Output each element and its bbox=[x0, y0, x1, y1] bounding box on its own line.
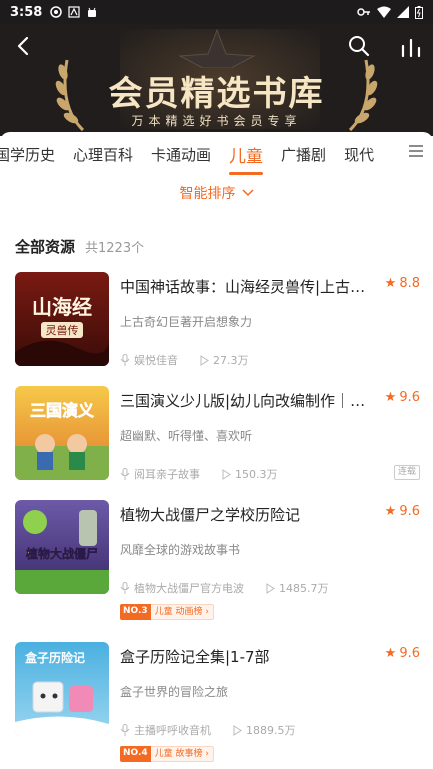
microphone-icon bbox=[120, 582, 130, 594]
cover-art: 盒子历险记 bbox=[15, 650, 109, 736]
play-icon bbox=[222, 468, 231, 480]
cover-title-text: 植物大战僵尸 bbox=[25, 546, 98, 561]
star-icon: ★ bbox=[384, 276, 397, 291]
cover-image: 植物大战僵尸 bbox=[15, 500, 109, 594]
cover-art: 三国演义 bbox=[15, 401, 109, 480]
item-title: 植物大战僵尸之学校历险记 bbox=[120, 506, 301, 524]
app-notification-icon bbox=[50, 6, 63, 18]
back-icon[interactable] bbox=[12, 34, 36, 58]
play-count: 1485.7万 bbox=[279, 582, 329, 595]
rating: ★ 9.6 bbox=[385, 504, 420, 519]
rating-value: 8.8 bbox=[399, 276, 420, 291]
cover-title-text: 盒子历险记 bbox=[24, 650, 85, 665]
cover-title-text: 山海经 bbox=[32, 295, 92, 319]
section-header: 全部资源 共1223个 bbox=[15, 236, 144, 257]
item-title: 中国神话故事：山海经灵兽传|上古未… bbox=[120, 278, 375, 296]
tab-xiandai[interactable]: 现代 bbox=[335, 144, 383, 165]
tab-xinli-baike[interactable]: 心理百科 bbox=[64, 144, 142, 165]
item-meta: 主播呼呼收音机 1889.5万 bbox=[120, 722, 296, 738]
signal-icon bbox=[397, 6, 409, 18]
author: 娱悦佳音 bbox=[134, 354, 178, 367]
rating-value: 9.6 bbox=[399, 390, 420, 405]
wifi-icon bbox=[377, 6, 391, 18]
star-icon: ★ bbox=[384, 646, 397, 661]
microphone-icon bbox=[120, 724, 130, 736]
item-meta: 植物大战僵尸官方电波 1485.7万 bbox=[120, 580, 329, 596]
item-meta: 娱悦佳音 27.3万 bbox=[120, 352, 249, 368]
tab-katong-donghua[interactable]: 卡通动画 bbox=[142, 144, 220, 165]
microphone-icon bbox=[120, 468, 130, 480]
status-time: 3:58 bbox=[10, 4, 43, 20]
rating: ★ 9.6 bbox=[385, 390, 420, 405]
hero-subtitle: 万本精选好书会员专享 bbox=[131, 114, 302, 128]
cover-image: 山海经 灵兽传 bbox=[15, 272, 109, 366]
item-description: 上古奇幻巨著开启想象力 bbox=[120, 315, 253, 329]
section-title: 全部资源 bbox=[15, 238, 76, 256]
battery-icon bbox=[415, 5, 423, 19]
star-icon: ★ bbox=[384, 504, 397, 519]
rank-badge[interactable]: NO.4 儿童 故事榜 › bbox=[120, 746, 214, 762]
list-item[interactable]: 山海经 灵兽传 中国神话故事：山海经灵兽传|上古未… ★ 8.8 上古奇幻巨著开启… bbox=[15, 272, 420, 372]
item-description: 风靡全球的游戏故事书 bbox=[120, 543, 241, 557]
cover-title-text: 三国演义 bbox=[30, 401, 94, 420]
rating: ★ 8.8 bbox=[385, 276, 420, 291]
rank-label: 儿童 故事榜 › bbox=[150, 746, 214, 762]
cover-subtitle-text: 灵兽传 bbox=[46, 323, 79, 337]
star-icon: ★ bbox=[384, 390, 397, 405]
status-right-icons bbox=[357, 5, 423, 19]
status-left-icons bbox=[50, 6, 98, 18]
play-count: 150.3万 bbox=[235, 468, 278, 481]
serial-badge: 连载 bbox=[393, 465, 420, 480]
status-bar: 3:58 bbox=[0, 0, 433, 24]
sort-label: 智能排序 bbox=[179, 186, 236, 202]
android-icon bbox=[88, 7, 97, 17]
author: 主播呼呼收音机 bbox=[134, 724, 211, 737]
tab-guangboju[interactable]: 广播剧 bbox=[272, 144, 335, 165]
tab-ertong[interactable]: 儿童 bbox=[220, 142, 272, 175]
play-icon bbox=[266, 582, 275, 594]
play-count: 1889.5万 bbox=[246, 724, 296, 737]
play-count: 27.3万 bbox=[213, 354, 249, 367]
category-tabs: 国学历史 心理百科 卡通动画 儿童 广播剧 现代 bbox=[0, 132, 433, 178]
cover-art: 植物大战僵尸 bbox=[15, 510, 109, 594]
rating: ★ 9.6 bbox=[385, 646, 420, 661]
rank-number: NO.3 bbox=[120, 604, 151, 620]
rating-value: 9.6 bbox=[399, 504, 420, 519]
chevron-down-icon bbox=[241, 189, 254, 197]
play-icon bbox=[233, 724, 242, 736]
hero-title: 会员精选书库 bbox=[108, 74, 325, 114]
section-count: 共1223个 bbox=[85, 241, 145, 256]
list-item[interactable]: 三国演义 三国演义少儿版|幼儿向改编制作｜儿… ★ 9.6 超幽默、听得懂、喜欢听… bbox=[15, 386, 420, 486]
author: 植物大战僵尸官方电波 bbox=[134, 582, 244, 595]
item-description: 超幽默、听得懂、喜欢听 bbox=[120, 429, 253, 443]
star-icon bbox=[178, 28, 256, 68]
tab-guoxue-lishi[interactable]: 国学历史 bbox=[0, 144, 64, 165]
hero-banner: 会员精选书库 万本精选好书会员专享 bbox=[0, 24, 433, 136]
rating-value: 9.6 bbox=[399, 646, 420, 661]
filter-row: 智能排序 bbox=[0, 178, 433, 208]
sort-button[interactable]: 智能排序 bbox=[180, 183, 254, 203]
author: 阅耳亲子故事 bbox=[134, 468, 200, 481]
list-item[interactable]: 植物大战僵尸 植物大战僵尸之学校历险记 ★ 9.6 风靡全球的游戏故事书 植物大战… bbox=[15, 500, 420, 622]
cover-art: 山海经 灵兽传 bbox=[15, 295, 109, 366]
rank-number: NO.4 bbox=[120, 746, 151, 762]
list-item[interactable]: 盒子历险记 盒子历险记全集|1-7部 ★ 9.6 盒子世界的冒险之旅 主播呼呼收音… bbox=[15, 642, 420, 764]
playing-bars-icon[interactable] bbox=[398, 34, 424, 58]
play-icon bbox=[200, 354, 209, 366]
item-description: 盒子世界的冒险之旅 bbox=[120, 685, 229, 699]
cover-image: 三国演义 bbox=[15, 386, 109, 480]
key-icon bbox=[357, 8, 370, 16]
item-meta: 阅耳亲子故事 150.3万 bbox=[120, 466, 278, 482]
menu-icon[interactable] bbox=[407, 142, 425, 160]
font-notification-icon bbox=[68, 6, 80, 18]
microphone-icon bbox=[120, 354, 130, 366]
rank-badge[interactable]: NO.3 儿童 动画榜 › bbox=[120, 604, 214, 620]
item-title: 盒子历险记全集|1-7部 bbox=[120, 648, 270, 666]
item-title: 三国演义少儿版|幼儿向改编制作｜儿… bbox=[120, 392, 375, 410]
rank-label: 儿童 动画榜 › bbox=[150, 604, 214, 620]
cover-image: 盒子历险记 bbox=[15, 642, 109, 736]
